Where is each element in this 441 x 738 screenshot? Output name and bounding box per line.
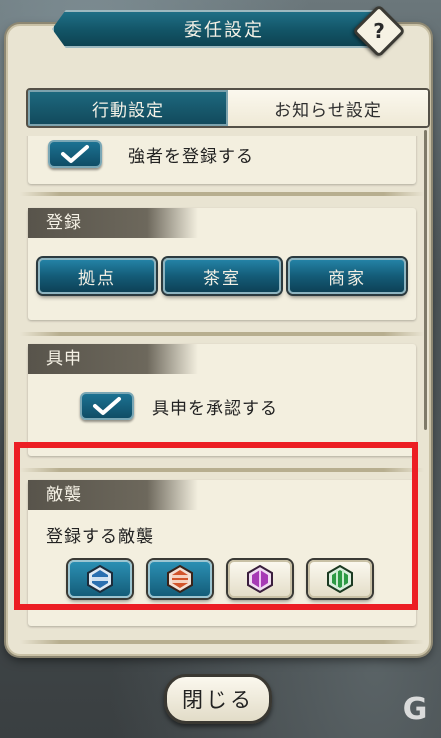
approve-report-checkbox[interactable] — [80, 392, 134, 420]
section-strong-enemy: 強者を登録する — [28, 136, 416, 184]
question-mark-icon: ? — [373, 19, 385, 43]
section-divider — [20, 192, 424, 196]
register-teahouse-button[interactable]: 茶室 — [163, 258, 281, 294]
register-base-button[interactable]: 拠点 — [38, 258, 156, 294]
register-strong-label: 強者を登録する — [128, 147, 254, 167]
close-button[interactable]: 閉じる — [164, 674, 272, 724]
register-merchant-button[interactable]: 商家 — [288, 258, 406, 294]
approve-report-label: 具申を承認する — [152, 399, 278, 419]
section-divider — [20, 332, 424, 336]
checkmark-icon — [61, 145, 89, 163]
section-heading-report: 具申 — [28, 344, 198, 374]
checkmark-icon — [93, 397, 121, 415]
tab-notification-settings[interactable]: お知らせ設定 — [228, 90, 428, 126]
site-logo-icon: G — [402, 691, 428, 727]
section-report: 具申 具申を承認する — [28, 344, 416, 456]
dialog-title: 委任設定 — [52, 10, 396, 48]
scrollbar[interactable] — [424, 130, 427, 430]
settings-tabs: 行動設定 お知らせ設定 — [26, 88, 430, 128]
enemy-raid-highlight-box — [14, 442, 418, 610]
tab-action-settings[interactable]: 行動設定 — [28, 90, 228, 126]
section-divider — [20, 640, 424, 644]
register-strong-checkbox[interactable] — [48, 140, 102, 168]
section-register: 登録 拠点 茶室 商家 — [28, 208, 416, 320]
section-heading-register: 登録 — [28, 208, 198, 238]
